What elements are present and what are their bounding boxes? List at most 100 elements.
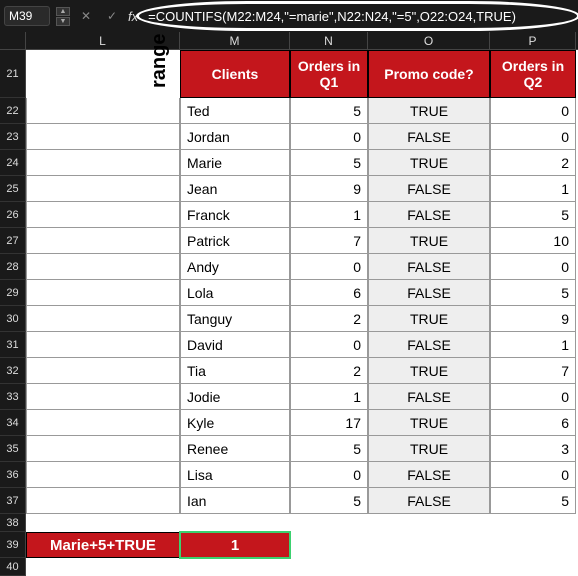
cell-client[interactable]: Tanguy [180,306,290,332]
cell[interactable] [290,514,368,532]
cell-q1[interactable]: 17 [290,410,368,436]
cell[interactable] [290,558,368,576]
cell-q1[interactable]: 5 [290,488,368,514]
cell-promo[interactable]: FALSE [368,176,490,202]
cell[interactable] [368,514,490,532]
cell-q1[interactable]: 2 [290,306,368,332]
cell-q2[interactable]: 5 [490,202,576,228]
cell[interactable] [26,462,180,488]
cell-q2[interactable]: 0 [490,462,576,488]
col-header-P[interactable]: P [490,32,576,49]
cell[interactable] [26,202,180,228]
cell-client[interactable]: Tia [180,358,290,384]
cell-q2[interactable]: 3 [490,436,576,462]
cell-q2[interactable]: 0 [490,98,576,124]
cell-client[interactable]: Andy [180,254,290,280]
cell-client[interactable]: Marie [180,150,290,176]
cell-client[interactable]: Lisa [180,462,290,488]
cell[interactable] [490,558,576,576]
row-header[interactable]: 22 [0,98,26,124]
cell[interactable] [26,514,180,532]
chevron-down-icon[interactable]: ▼ [56,17,70,26]
cell-promo[interactable]: TRUE [368,228,490,254]
row-header[interactable]: 34 [0,410,26,436]
cell-q1[interactable]: 5 [290,98,368,124]
cell-client[interactable]: Franck [180,202,290,228]
table-header-clients[interactable]: Clients [180,50,290,98]
row-header[interactable]: 36 [0,462,26,488]
row-header[interactable]: 32 [0,358,26,384]
cell-client[interactable]: Jordan [180,124,290,150]
cell-promo[interactable]: FALSE [368,332,490,358]
cell[interactable] [26,358,180,384]
cell-q2[interactable]: 2 [490,150,576,176]
row-header[interactable]: 31 [0,332,26,358]
cell-promo[interactable]: FALSE [368,384,490,410]
cell-q1[interactable]: 1 [290,384,368,410]
cell-client[interactable]: Jean [180,176,290,202]
row-header[interactable]: 25 [0,176,26,202]
cell[interactable] [26,254,180,280]
cell-promo[interactable]: TRUE [368,98,490,124]
row-header[interactable]: 35 [0,436,26,462]
cell-promo[interactable]: TRUE [368,410,490,436]
cell-q2[interactable]: 5 [490,280,576,306]
cell-q2[interactable]: 0 [490,384,576,410]
cell[interactable] [290,532,368,558]
cell-promo[interactable]: TRUE [368,358,490,384]
cell[interactable] [368,532,490,558]
cell-q1[interactable]: 5 [290,150,368,176]
table-header-promo[interactable]: Promo code? [368,50,490,98]
cell-promo[interactable]: FALSE [368,488,490,514]
row-header[interactable]: 28 [0,254,26,280]
cell[interactable] [26,384,180,410]
cell-q1[interactable]: 9 [290,176,368,202]
result-label[interactable]: Marie+5+TRUE [26,532,180,558]
cell-promo[interactable]: TRUE [368,306,490,332]
cell-q2[interactable]: 0 [490,254,576,280]
cell-q2[interactable]: 6 [490,410,576,436]
row-header[interactable]: 29 [0,280,26,306]
select-all-corner[interactable] [0,32,26,49]
row-header[interactable]: 33 [0,384,26,410]
cell-promo[interactable]: FALSE [368,202,490,228]
cell-client[interactable]: Patrick [180,228,290,254]
row-header[interactable]: 21 [0,50,26,98]
cell-client[interactable]: Ian [180,488,290,514]
cell-q1[interactable]: 0 [290,254,368,280]
confirm-icon[interactable]: ✓ [102,6,122,26]
cell-q1[interactable]: 0 [290,462,368,488]
cell-promo[interactable]: FALSE [368,462,490,488]
cell-q1[interactable]: 5 [290,436,368,462]
cell-q2[interactable]: 0 [490,124,576,150]
cell-q2[interactable]: 1 [490,176,576,202]
row-header[interactable]: 26 [0,202,26,228]
row-header[interactable]: 24 [0,150,26,176]
cell[interactable] [26,98,180,124]
cell-q1[interactable]: 2 [290,358,368,384]
cell[interactable] [26,280,180,306]
cell[interactable] [180,558,290,576]
cell[interactable] [26,228,180,254]
cell-promo[interactable]: FALSE [368,280,490,306]
cell-q2[interactable]: 1 [490,332,576,358]
cell-client[interactable]: Lola [180,280,290,306]
cell-q1[interactable]: 6 [290,280,368,306]
cell[interactable] [26,306,180,332]
cell-q1[interactable]: 0 [290,332,368,358]
table-header-q2[interactable]: Orders in Q2 [490,50,576,98]
chevron-up-icon[interactable]: ▲ [56,7,70,16]
cell-stepper[interactable]: ▲ ▼ [56,7,70,26]
col-header-L[interactable]: L [26,32,180,49]
cell[interactable] [26,436,180,462]
row-header[interactable]: 39 [0,532,26,558]
cancel-icon[interactable]: ✕ [76,6,96,26]
row-header[interactable]: 27 [0,228,26,254]
cell[interactable] [26,488,180,514]
formula-input[interactable]: =COUNTIFS(M22:M24,"=marie",N22:N24,"=5",… [144,9,516,24]
cell[interactable] [490,532,576,558]
row-header[interactable]: 23 [0,124,26,150]
cell-reference-box[interactable]: M39 [4,6,50,26]
col-header-O[interactable]: O [368,32,490,49]
cell[interactable] [26,150,180,176]
